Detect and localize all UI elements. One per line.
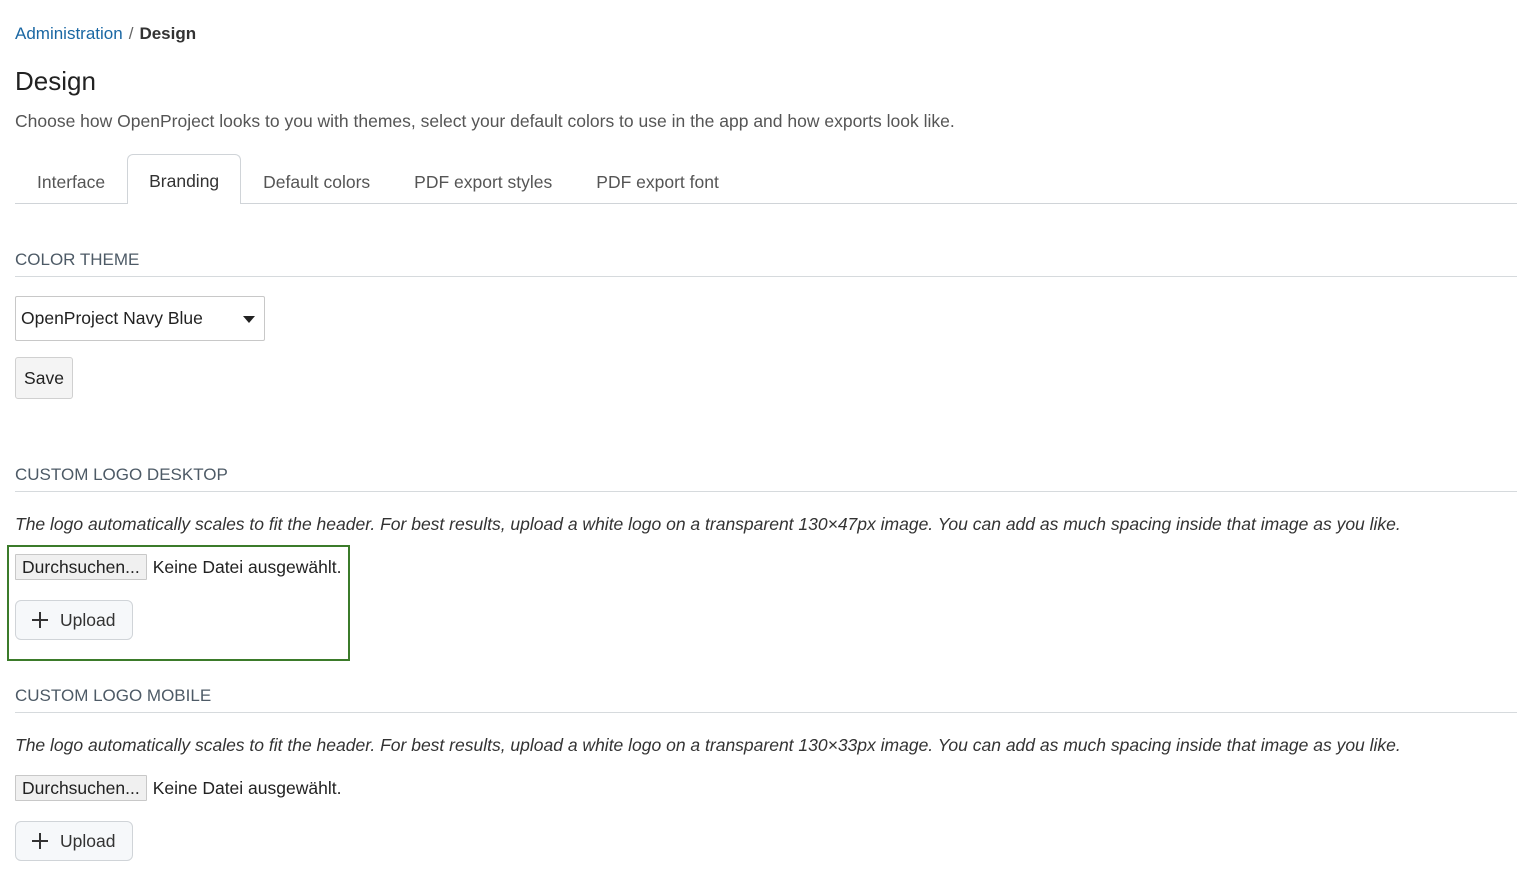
page-title: Design [15,66,96,96]
breadcrumb-current: Design [139,24,197,43]
color-theme-selected-value: OpenProject Navy Blue [21,308,203,328]
desktop-upload-button[interactable]: Upload [15,600,133,640]
custom-logo-mobile-heading: CUSTOM LOGO MOBILE [15,684,1517,713]
mobile-upload-button[interactable]: Upload [15,821,133,861]
custom-logo-desktop-hint: The logo automatically scales to fit the… [15,514,1401,534]
caret-down-icon [243,316,255,323]
tab-interface[interactable]: Interface [15,155,127,203]
color-theme-select[interactable]: OpenProject Navy Blue [15,296,265,341]
custom-logo-desktop-file-input: Durchsuchen... Keine Datei ausgewählt. [15,554,341,580]
custom-logo-mobile-file-input: Durchsuchen... Keine Datei ausgewählt. [15,775,341,801]
mobile-upload-label: Upload [60,831,116,851]
design-tabs: Interface Branding Default colors PDF ex… [15,154,1517,204]
plus-icon [32,612,48,628]
color-theme-heading: COLOR THEME [15,248,1517,277]
custom-logo-desktop-heading: CUSTOM LOGO DESKTOP [15,463,1517,492]
breadcrumb-separator: / [128,24,134,43]
tab-branding[interactable]: Branding [127,154,242,204]
custom-logo-mobile-hint: The logo automatically scales to fit the… [15,735,1401,755]
tab-default-colors[interactable]: Default colors [241,155,392,203]
plus-icon [32,833,48,849]
mobile-no-file-label: Keine Datei ausgewählt. [152,778,342,798]
mobile-browse-button[interactable]: Durchsuchen... [15,775,147,801]
desktop-browse-button[interactable]: Durchsuchen... [15,554,147,580]
desktop-no-file-label: Keine Datei ausgewählt. [152,557,342,577]
desktop-upload-label: Upload [60,610,116,630]
breadcrumb-administration-link[interactable]: Administration [15,24,123,43]
breadcrumb: Administration / Design [15,22,196,46]
tab-pdf-export-font[interactable]: PDF export font [574,155,741,203]
save-button[interactable]: Save [15,357,73,399]
page-description: Choose how OpenProject looks to you with… [15,111,955,131]
tab-pdf-export-styles[interactable]: PDF export styles [392,155,574,203]
